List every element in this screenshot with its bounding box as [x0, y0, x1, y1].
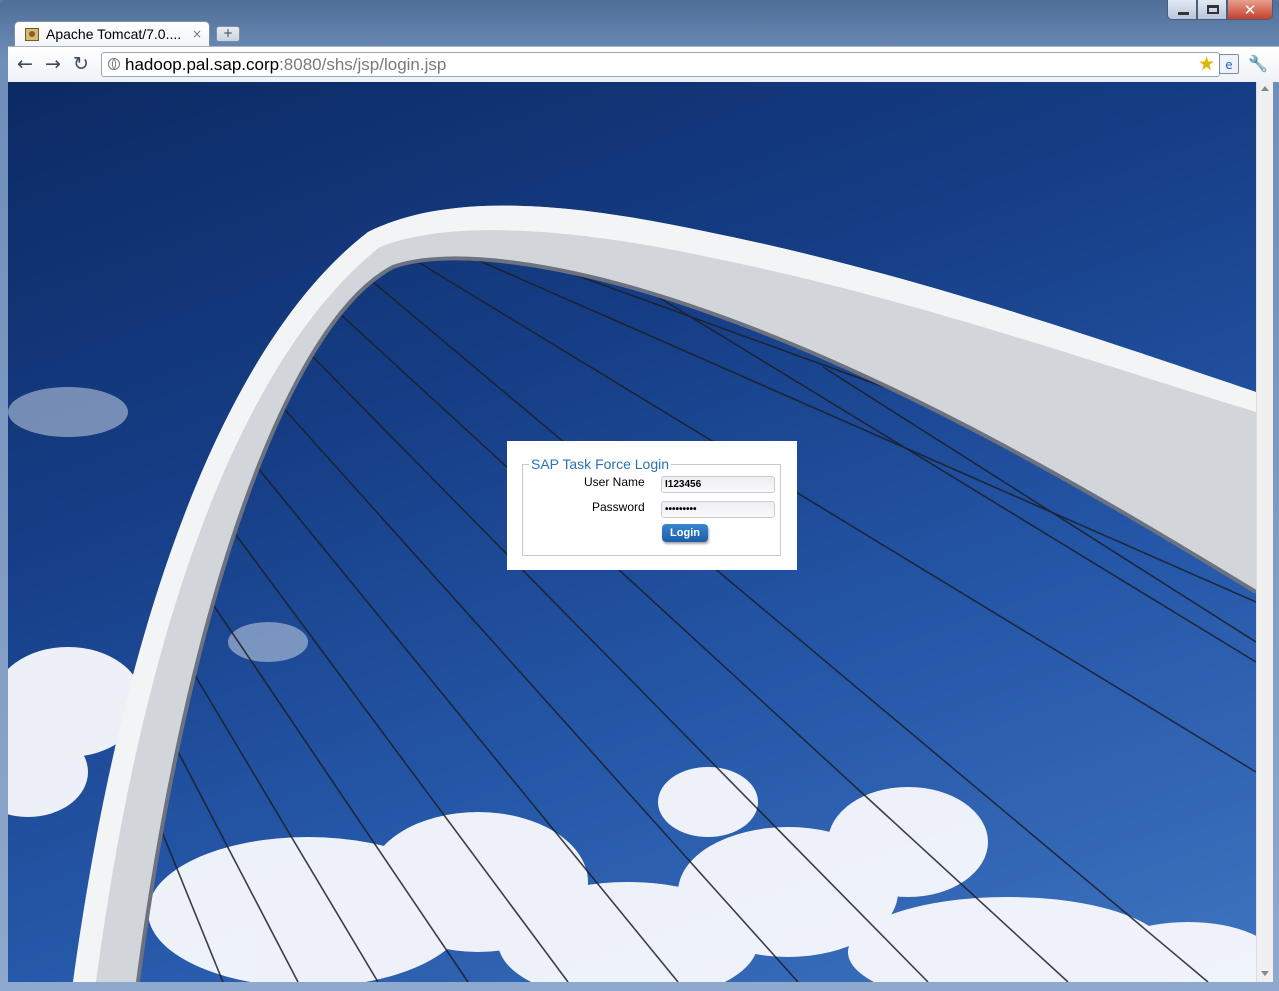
url-host: hadoop.pal.sap.corp	[125, 55, 280, 74]
back-button[interactable]: ←	[14, 53, 36, 75]
login-panel: SAP Task Force Login User Name I123456 P…	[507, 441, 797, 570]
wrench-menu-icon[interactable]: 🔧	[1248, 54, 1268, 74]
login-legend: SAP Task Force Login	[531, 456, 670, 472]
password-input[interactable]: •••••••••	[661, 501, 775, 518]
vertical-scrollbar[interactable]	[1256, 82, 1273, 982]
reload-button[interactable]: ↻	[70, 53, 92, 75]
page-content: SAP Task Force Login User Name I123456 P…	[8, 82, 1256, 982]
window-controls: ✕	[1167, 0, 1273, 22]
forward-button[interactable]: →	[42, 53, 64, 75]
url-path: :8080/shs/jsp/login.jsp	[279, 55, 447, 74]
maximize-icon	[1207, 5, 1219, 14]
maximize-button[interactable]	[1197, 0, 1227, 20]
tab-title: Apache Tomcat/7.0....	[46, 26, 182, 42]
globe-icon	[108, 58, 120, 70]
minimize-icon	[1178, 12, 1189, 15]
address-bar[interactable]: hadoop.pal.sap.corp:8080/shs/jsp/login.j…	[101, 52, 1220, 77]
username-input[interactable]: I123456	[661, 476, 775, 493]
username-label: User Name	[584, 475, 645, 489]
close-window-button[interactable]: ✕	[1227, 0, 1273, 20]
browser-toolbar: ← → ↻ hadoop.pal.sap.corp:8080/shs/jsp/l…	[8, 46, 1279, 82]
bookmark-star-icon[interactable]: ★	[1198, 53, 1215, 75]
tomcat-favicon-icon	[25, 28, 39, 41]
tab-strip: Apache Tomcat/7.0.... × + ✕	[0, 0, 1279, 46]
new-tab-button[interactable]: +	[216, 26, 240, 42]
tab-close-icon[interactable]: ×	[192, 27, 202, 41]
page-action-icon[interactable]: e	[1219, 54, 1239, 74]
password-label: Password	[592, 500, 645, 514]
scroll-up-icon[interactable]	[1261, 86, 1269, 91]
minimize-button[interactable]	[1167, 0, 1197, 20]
url-text: hadoop.pal.sap.corp:8080/shs/jsp/login.j…	[125, 55, 446, 75]
close-icon: ✕	[1243, 1, 1257, 19]
scroll-down-icon[interactable]	[1261, 971, 1269, 976]
login-button[interactable]: Login	[662, 524, 708, 542]
browser-window: Apache Tomcat/7.0.... × + ✕ ← → ↻ hadoop…	[0, 0, 1279, 991]
tab-apache-tomcat[interactable]: Apache Tomcat/7.0.... ×	[14, 21, 210, 46]
